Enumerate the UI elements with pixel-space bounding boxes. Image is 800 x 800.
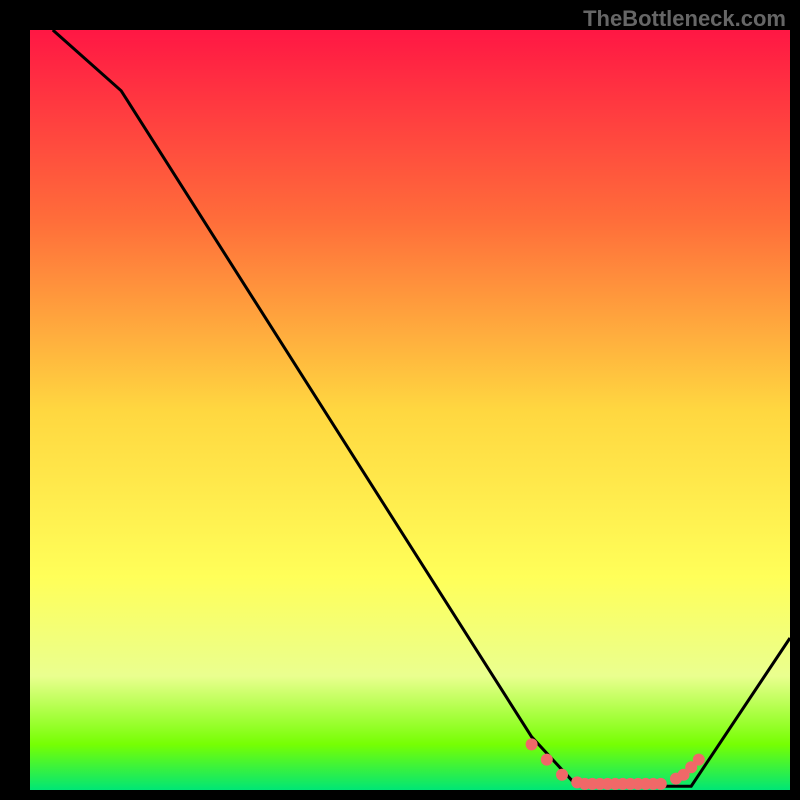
data-point	[526, 738, 538, 750]
data-point	[541, 754, 553, 766]
plot-background	[30, 30, 790, 790]
data-point	[693, 754, 705, 766]
data-point	[655, 778, 667, 790]
bottleneck-chart	[0, 0, 800, 800]
data-point	[556, 769, 568, 781]
chart-svg	[0, 0, 800, 800]
watermark-text: TheBottleneck.com	[583, 6, 786, 32]
